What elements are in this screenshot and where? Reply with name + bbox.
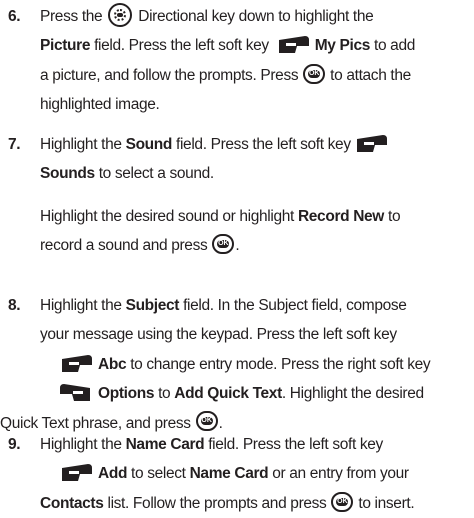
field-name: Sound <box>125 136 173 153</box>
step-line: record a sound and press OK. <box>40 231 474 260</box>
step-line: Add to select Name Card or an entry from… <box>40 459 474 488</box>
step-text: field. In the Subject field, compose <box>179 297 407 314</box>
menu-item-name: Record New <box>297 207 385 225</box>
ok-key-icon: OK <box>212 234 235 255</box>
step-text: field. Press the left soft key <box>90 37 273 55</box>
step-text: to <box>154 385 175 403</box>
manual-page: { "steps": [ { "number": "6.", "lines": … <box>0 0 474 517</box>
ok-key-icon: OK <box>303 63 326 84</box>
step-text: to add <box>370 37 415 55</box>
step-text: Highlight the <box>40 436 126 453</box>
left-soft-key-icon <box>355 133 387 153</box>
step-8: 8. Highlight the Subject field. In the S… <box>0 291 474 438</box>
step-line: Picture field. Press the left soft key M… <box>40 31 474 60</box>
step-line: Options to Add Quick Text. Highlight the… <box>40 379 474 408</box>
step-number: 9. <box>8 436 21 453</box>
step-line: highlighted image. <box>40 90 474 119</box>
step-text: highlighted image. <box>40 96 160 114</box>
left-soft-key-icon <box>60 353 92 373</box>
step-7: 7. Highlight the Sound field. Press the … <box>0 130 474 261</box>
step-line: Press the Directional key down to highli… <box>40 2 474 31</box>
step-text: . <box>218 414 223 432</box>
softkey-label: Abc <box>98 355 127 373</box>
step-text: Directional key down to highlight the <box>134 8 374 25</box>
step-text: to select a sound. <box>94 165 215 183</box>
option-name: Add Quick Text <box>174 385 282 403</box>
step-line: Highlight the desired sound or highlight… <box>40 202 474 231</box>
field-name: Name Card <box>189 465 269 483</box>
field-name: Picture <box>40 37 91 55</box>
softkey-label: Add <box>98 465 128 483</box>
ok-icon-label: OK <box>218 240 229 248</box>
step-text: . <box>235 237 240 255</box>
left-soft-key-icon <box>277 34 309 54</box>
ok-icon-label: OK <box>201 417 212 425</box>
right-soft-key-icon <box>60 382 92 402</box>
step-line: Contacts list. Follow the prompts and pr… <box>40 489 474 518</box>
softkey-label: Sounds <box>40 165 95 183</box>
step-line: a picture, and follow the prompts. Press… <box>40 61 474 90</box>
step-text: Highlight the <box>40 297 126 314</box>
softkey-label: Options <box>98 385 155 403</box>
step-text: list. Follow the prompts and press <box>103 494 331 512</box>
step-text: Highlight the <box>40 136 126 153</box>
step-text: to insert. <box>354 494 415 512</box>
step-line: Highlight the Sound field. Press the lef… <box>40 130 474 159</box>
softkey-label: My Pics <box>314 37 371 55</box>
step-text: your message using the keypad. Press the… <box>40 326 397 344</box>
step-text: Press the <box>40 8 107 25</box>
step-9: 9. Highlight the Name Card field. Press … <box>0 430 474 518</box>
step-line: Abc to change entry mode. Press the righ… <box>40 350 474 379</box>
ok-key-icon: OK <box>195 411 218 432</box>
ok-key-icon: OK <box>331 491 354 512</box>
step-line: Sounds to select a sound. <box>40 159 474 188</box>
step-text: record a sound and press <box>40 237 212 255</box>
step-line: Highlight the Name Card field. Press the… <box>40 430 474 459</box>
step-number: 7. <box>8 136 21 153</box>
step-number: 6. <box>8 8 21 25</box>
field-name: Name Card <box>125 436 205 453</box>
step-text: field. Press the left soft key <box>204 436 383 453</box>
step-text: to <box>384 207 401 225</box>
step-line: your message using the keypad. Press the… <box>40 320 474 349</box>
app-name: Contacts <box>40 494 104 512</box>
step-text: to select <box>127 465 190 483</box>
step-text: Quick Text phrase, and press <box>0 414 195 432</box>
step-text: to attach the <box>326 66 411 84</box>
step-line: Highlight the Subject field. In the Subj… <box>40 291 474 320</box>
step-text: . Highlight the desired <box>281 385 424 403</box>
step-text: field. Press the left soft key <box>172 136 351 153</box>
ok-icon-label: OK <box>308 69 320 77</box>
step-text: or an entry from your <box>268 465 409 483</box>
directional-key-icon <box>108 2 133 27</box>
step-text: a picture, and follow the prompts. Press <box>40 66 303 84</box>
step-number: 8. <box>8 297 21 314</box>
left-soft-key-icon <box>60 462 92 482</box>
step-6: 6. Press the Directional key down to hig… <box>0 2 474 120</box>
field-name: Subject <box>125 297 180 314</box>
step-text: to change entry mode. Press the right so… <box>126 355 431 373</box>
ok-icon-label: OK <box>337 497 348 505</box>
step-text: Highlight the desired sound or highlight <box>40 207 298 225</box>
